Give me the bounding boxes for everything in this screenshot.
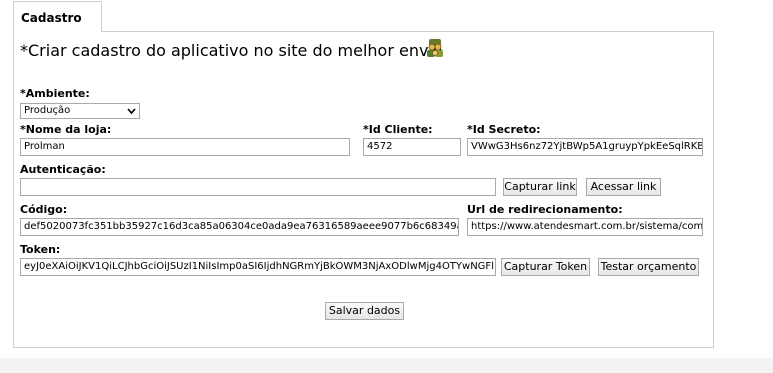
url-redirecionamento-label: Url de redirecionamento: (467, 203, 623, 216)
codigo-input[interactable]: def5020073fc351bb35927c16d3ca85a06304ce0… (20, 218, 459, 236)
users-icon (427, 39, 443, 57)
id-secreto-label: *Id Secreto: (467, 123, 541, 136)
capturar-link-button[interactable]: Capturar link (503, 178, 577, 196)
ambiente-select[interactable]: Produção (20, 103, 140, 119)
autenticacao-input[interactable] (20, 178, 496, 196)
tab-cadastro-label: Cadastro (21, 11, 82, 25)
page-footer-strip (0, 358, 773, 373)
page: Cadastro *Criar cadastro do aplicativo n… (0, 0, 773, 373)
token-input[interactable]: eyJ0eXAiOiJKV1QiLCJhbGciOiJSUzI1NiIsImp0… (20, 258, 496, 276)
id-secreto-input[interactable]: VWwG3Hs6nz72YjtBWp5A1gruypYpkEeSqlRKBJ (467, 138, 703, 156)
id-cliente-input[interactable]: 4572 (363, 138, 461, 156)
ambiente-select-value: Produção (24, 105, 71, 116)
chevron-down-icon (127, 108, 136, 115)
testar-orcamento-button[interactable]: Testar orçamento (598, 258, 699, 276)
capturar-token-button[interactable]: Capturar Token (501, 258, 590, 276)
codigo-label: Código: (20, 203, 68, 216)
id-cliente-label: *Id Cliente: (363, 123, 433, 136)
acessar-link-button[interactable]: Acessar link (586, 178, 661, 196)
ambiente-label: *Ambiente: (20, 87, 90, 100)
page-title: *Criar cadastro do aplicativo no site do… (20, 41, 443, 60)
nome-loja-input[interactable]: Prolman (20, 138, 350, 156)
nome-loja-label: *Nome da loja: (20, 123, 112, 136)
tab-cadastro[interactable]: Cadastro (13, 1, 102, 32)
salvar-dados-button[interactable]: Salvar dados (325, 302, 404, 320)
url-redirecionamento-input[interactable]: https://www.atendesmart.com.br/sistema/c… (467, 218, 703, 236)
token-label: Token: (20, 243, 61, 256)
autenticacao-label: Autenticação: (20, 163, 106, 176)
